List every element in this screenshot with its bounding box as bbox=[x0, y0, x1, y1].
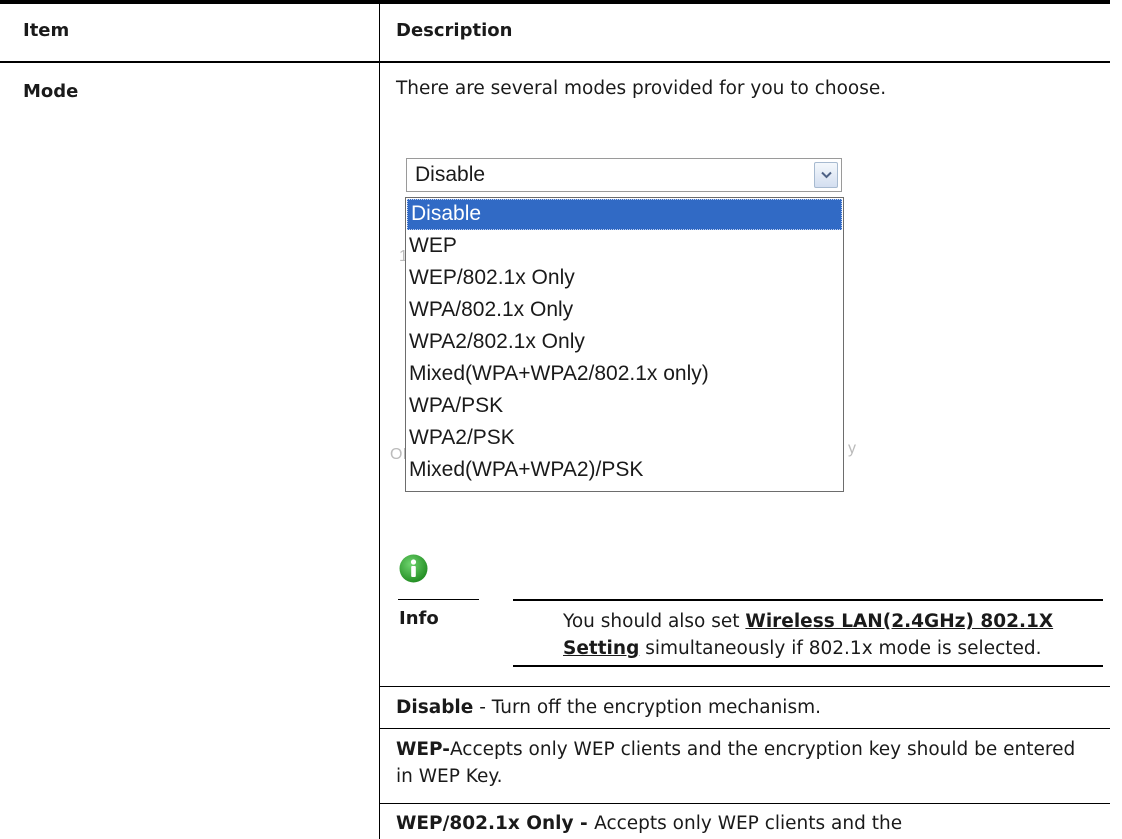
option-wpa-8021x-only[interactable]: WPA/802.1x Only bbox=[406, 294, 843, 326]
dropdown-button[interactable] bbox=[814, 162, 838, 188]
column-header-description: Description bbox=[396, 20, 513, 41]
term-disable: Disable bbox=[396, 697, 474, 718]
desc-wep-text: Accepts only WEP clients and the encrypt… bbox=[396, 739, 1076, 787]
faded-background-text: y bbox=[848, 440, 856, 457]
info-label: Info bbox=[399, 608, 439, 629]
table-header-rule bbox=[0, 61, 1110, 63]
info-text-start: You should also set bbox=[563, 611, 746, 632]
row-divider bbox=[380, 728, 1110, 729]
row-divider bbox=[380, 686, 1110, 687]
chevron-down-icon bbox=[821, 171, 832, 179]
table-top-rule bbox=[0, 0, 1110, 4]
term-wep: WEP- bbox=[396, 739, 450, 760]
option-disable[interactable]: Disable bbox=[407, 199, 842, 230]
option-mixed-8021x-only[interactable]: Mixed(WPA+WPA2/802.1x only) bbox=[406, 358, 843, 390]
row-item-mode: Mode bbox=[23, 81, 79, 102]
column-divider bbox=[379, 4, 380, 839]
desc-wep-8021x: WEP/802.1x Only - Accepts only WEP clien… bbox=[396, 810, 1096, 837]
option-wpa2-psk[interactable]: WPA2/PSK bbox=[406, 422, 843, 454]
mode-select[interactable]: Disable bbox=[406, 158, 842, 192]
mode-select-value: Disable bbox=[415, 163, 486, 186]
mode-options-list: Disable WEP WEP/802.1x Only WPA/802.1x O… bbox=[405, 197, 844, 492]
desc-wep-8021x-text: Accepts only WEP clients and the bbox=[594, 813, 903, 834]
option-mixed-psk[interactable]: Mixed(WPA+WPA2)/PSK bbox=[406, 454, 843, 486]
desc-wep: WEP-Accepts only WEP clients and the enc… bbox=[396, 736, 1096, 790]
info-rule-bottom bbox=[513, 665, 1103, 667]
row-divider bbox=[380, 803, 1110, 804]
intro-text: There are several modes provided for you… bbox=[396, 78, 887, 99]
description-table: Item Description Mode There are several … bbox=[0, 0, 1122, 839]
term-wep-8021x: WEP/802.1x Only - bbox=[396, 813, 595, 834]
info-icon bbox=[399, 554, 428, 583]
info-text: You should also set Wireless LAN(2.4GHz)… bbox=[563, 608, 1093, 662]
desc-disable: Disable - Turn off the encryption mechan… bbox=[396, 694, 1096, 721]
info-rule-left bbox=[398, 599, 479, 600]
info-text-end: simultaneously if 802.1x mode is selecte… bbox=[639, 638, 1042, 659]
desc-disable-text: - Turn off the encryption mechanism. bbox=[473, 697, 821, 718]
option-wpa-psk[interactable]: WPA/PSK bbox=[406, 390, 843, 422]
column-header-item: Item bbox=[23, 20, 70, 41]
option-wpa2-8021x-only[interactable]: WPA2/802.1x Only bbox=[406, 326, 843, 358]
info-rule-top bbox=[513, 599, 1103, 601]
option-wep[interactable]: WEP bbox=[406, 230, 843, 262]
option-wep-8021x-only[interactable]: WEP/802.1x Only bbox=[406, 262, 843, 294]
